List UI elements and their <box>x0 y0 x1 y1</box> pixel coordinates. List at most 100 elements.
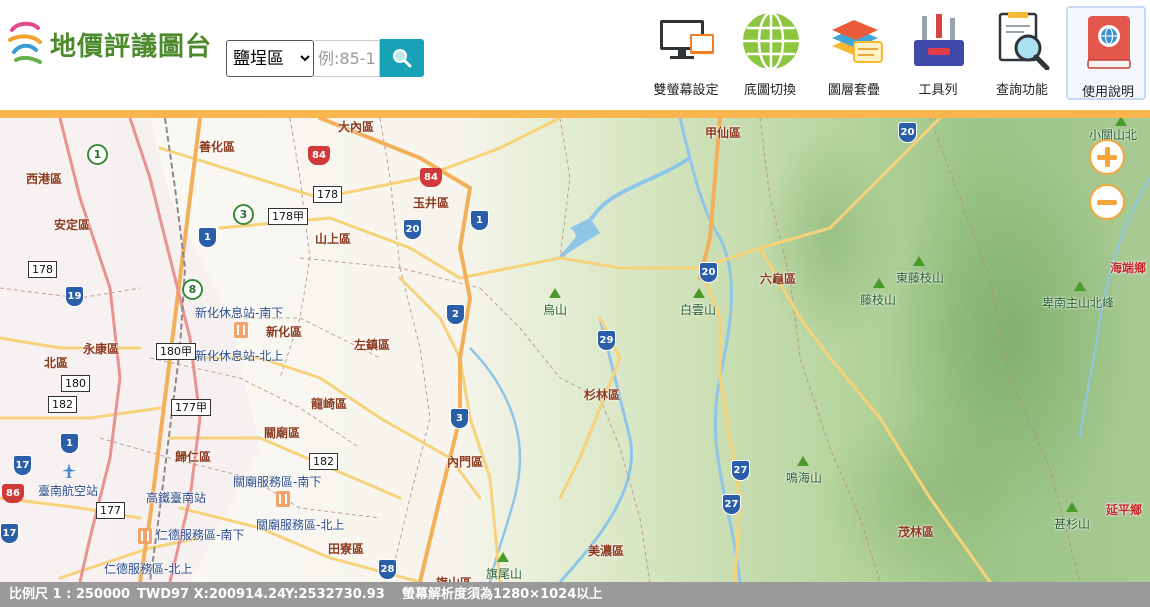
route-shield: 28 <box>378 559 397 580</box>
district-label: 茂林區 <box>898 525 935 539</box>
mountain-label: 甚杉山 <box>1054 517 1091 531</box>
mountain-peak-icon <box>497 552 509 562</box>
rest-area-icon <box>234 322 248 338</box>
district-label: 山上區 <box>315 232 352 246</box>
layer-overlay-button[interactable]: 圖層套疊 <box>814 6 894 100</box>
toolbar-button[interactable]: 工具列 <box>898 6 978 100</box>
county-road-label: 182 <box>309 453 338 470</box>
route-shield: 20 <box>699 262 718 283</box>
district-label: 海端鄉 <box>1110 261 1147 275</box>
mountain-label: 烏山 <box>543 303 568 317</box>
basemap-switch-button[interactable]: 底圖切換 <box>730 6 810 100</box>
service-area-label: 仁德服務區-北上 <box>104 562 193 576</box>
route-shield: 19 <box>65 286 84 307</box>
dual-screen-label: 雙螢幕設定 <box>653 83 719 98</box>
lot-number-input[interactable] <box>314 40 380 77</box>
plus-icon-vertical <box>1104 147 1110 167</box>
layer-overlay-label: 圖層套疊 <box>827 83 880 98</box>
manual-book-icon <box>1087 16 1131 69</box>
district-label: 關廟區 <box>264 426 301 440</box>
dual-screen-button[interactable]: 雙螢幕設定 <box>646 6 726 100</box>
minus-icon <box>1097 200 1117 205</box>
globe-icon <box>743 12 799 70</box>
mountain-label: 藤枝山 <box>860 293 897 307</box>
route-shield: 27 <box>722 494 741 515</box>
status-bar: 比例尺 1 : 250000 TWD97 X:200914.24 Y:25327… <box>0 582 1150 607</box>
county-road-label: 178甲 <box>268 208 308 225</box>
mountain-peak-icon <box>1066 502 1078 512</box>
route-shield: 29 <box>597 330 616 351</box>
y-coordinate-text: Y:2532730.93 <box>285 587 385 602</box>
district-select[interactable]: 鹽埕區 <box>226 40 314 77</box>
district-label: 內門區 <box>447 455 484 469</box>
mountain-label: 卑南主山北峰 <box>1042 296 1115 310</box>
route-shield: 17 <box>0 523 19 544</box>
county-road-label: 177甲 <box>171 399 211 416</box>
route-shield: 3 <box>450 408 469 429</box>
mountain-label: 鳴海山 <box>786 471 823 485</box>
app-title: 地價評議圖台 <box>50 31 213 61</box>
district-label: 美濃區 <box>588 544 625 558</box>
mountain-peak-icon <box>1115 118 1127 126</box>
county-road-label: 180甲 <box>156 343 196 360</box>
service-area-label: 新化休息站-南下 <box>195 306 284 320</box>
search-button[interactable] <box>380 39 424 77</box>
mountain-label: 白雲山 <box>680 303 717 317</box>
district-label: 永康區 <box>83 342 120 356</box>
mountain-peak-icon <box>549 288 561 298</box>
service-area-label: 關廟服務區-南下 <box>233 475 322 489</box>
dual-screen-icon <box>660 20 714 59</box>
mountain-peak-icon <box>913 256 925 266</box>
map-canvas[interactable]: 大內區 善化區 西港區 安定區 玉井區 山上區 新化區 左鎮區 永康區 北區 龍… <box>0 118 1150 582</box>
county-road-label: 177 <box>96 502 125 519</box>
query-function-label: 查詢功能 <box>995 83 1048 98</box>
route-shield: 20 <box>403 219 422 240</box>
district-label: 田寮區 <box>328 542 365 556</box>
app-logo-icon <box>8 21 42 64</box>
toolbar-label: 工具列 <box>918 83 958 98</box>
mountain-peak-icon <box>797 456 809 466</box>
service-area-label: 新化休息站-北上 <box>195 349 284 363</box>
rest-area-icon <box>138 528 152 544</box>
magnifier-document-icon <box>998 12 1050 70</box>
district-label: 大內區 <box>338 120 375 134</box>
airport-icon <box>62 463 76 478</box>
county-road-label: 178 <box>28 261 57 278</box>
route-shield: 2 <box>446 304 465 325</box>
mountain-peak-icon <box>1074 281 1086 291</box>
zoom-out-button[interactable] <box>1089 184 1125 220</box>
county-road-label: 178 <box>313 186 342 203</box>
x-coordinate-text: TWD97 X:200914.24 <box>137 587 287 602</box>
provincial-route-shield: 1 <box>87 144 108 165</box>
scale-text: 比例尺 1 : 250000 <box>9 587 131 602</box>
route-shield: 1 <box>60 433 79 454</box>
user-manual-label: 使用說明 <box>1081 85 1134 100</box>
district-label: 善化區 <box>199 140 236 154</box>
route-shield: 20 <box>898 122 917 143</box>
route-shield: 1 <box>470 210 489 231</box>
route-shield: 1 <box>198 227 217 248</box>
district-label: 新化區 <box>266 325 303 339</box>
route-shield: 27 <box>731 460 750 481</box>
expressway-shield: 86 <box>2 484 24 503</box>
search-icon <box>393 49 412 68</box>
district-label: 杉林區 <box>584 388 621 402</box>
rest-area-icon <box>276 491 290 507</box>
query-function-button[interactable]: 查詢功能 <box>982 6 1062 100</box>
district-label: 左鎮區 <box>354 338 391 352</box>
header: 地價評議圖台 鹽埕區 雙螢幕設定 <box>0 0 1150 110</box>
district-label: 西港區 <box>26 172 63 186</box>
user-manual-button[interactable]: 使用說明 <box>1066 6 1146 100</box>
district-label: 延平鄉 <box>1106 503 1143 517</box>
zoom-in-button[interactable] <box>1089 139 1125 175</box>
expressway-shield: 84 <box>308 146 330 165</box>
district-label: 旗山區 <box>436 574 472 582</box>
district-label: 安定區 <box>54 218 91 232</box>
mountain-label: 東藤枝山 <box>896 271 945 285</box>
layers-icon <box>832 20 883 63</box>
district-label: 龍崎區 <box>311 397 348 411</box>
station-label: 高鐵臺南站 <box>146 491 207 505</box>
district-label: 北區 <box>44 356 69 370</box>
airport-label: 臺南航空站 <box>38 484 99 498</box>
provincial-route-shield: 8 <box>182 279 203 300</box>
